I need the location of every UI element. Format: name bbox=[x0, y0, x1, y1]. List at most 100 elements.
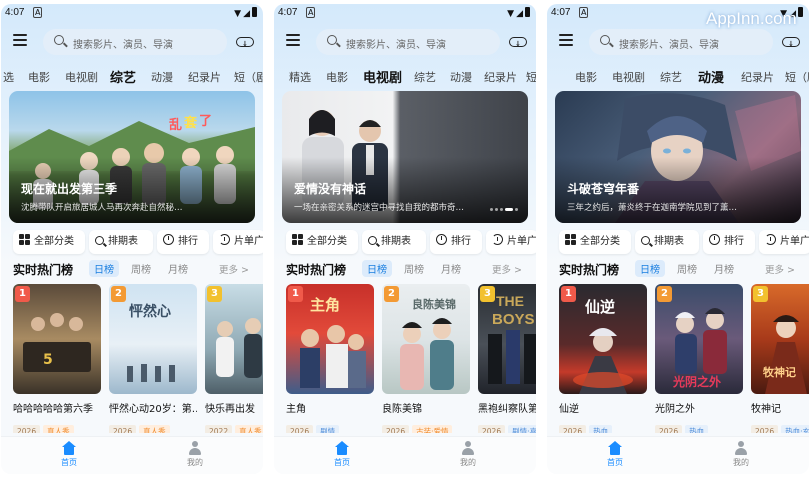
nav-mine[interactable]: 我的 bbox=[448, 439, 488, 468]
tab-weekly[interactable]: 周榜 bbox=[404, 261, 424, 276]
schedule-button[interactable]: 排期表 bbox=[89, 230, 153, 254]
signal-wifi-battery-icon: ▼◢ bbox=[507, 7, 530, 19]
tab-movie[interactable]: 电影 bbox=[28, 69, 50, 85]
tab-movie[interactable]: 电影 bbox=[326, 69, 348, 85]
ranking-button[interactable]: 排行 bbox=[703, 230, 755, 254]
ranking-card[interactable]: THE BOYS 3 黑袍纠察队第五季 2026剧情·喜 bbox=[478, 284, 536, 433]
schedule-button[interactable]: 排期表 bbox=[635, 230, 699, 254]
quick-actions: 全部分类 排期表 排行 片单广场 bbox=[555, 230, 809, 254]
search-box[interactable]: 搜索影片、演员、导演 bbox=[43, 29, 227, 55]
svg-text:怦然心: 怦然心 bbox=[129, 303, 171, 320]
ranking-card[interactable]: 光阴之外 2 光阴之外 2026 热血 bbox=[655, 284, 743, 433]
ranking-title: 实时热门榜 bbox=[13, 263, 74, 277]
ranking-card[interactable]: 5 1 哈哈哈哈哈第六季 2026 真人秀 bbox=[13, 284, 101, 433]
poster-image: 3 bbox=[205, 284, 263, 394]
home-icon bbox=[335, 441, 349, 455]
genre-tag: 真人秀 bbox=[235, 425, 263, 433]
more-link[interactable]: 更多 > bbox=[219, 262, 249, 276]
playlist-plaza-button[interactable]: 片单广场 bbox=[213, 230, 263, 254]
hero-banner[interactable]: 爱情没有神话 一场在亲密关系的迷宫中寻找自我的都市奇… bbox=[282, 91, 528, 223]
tab-documentary[interactable]: 纪录片 bbox=[188, 69, 221, 85]
user-icon bbox=[734, 441, 748, 455]
schedule-button[interactable]: 排期表 bbox=[362, 230, 426, 254]
all-categories-button[interactable]: 全部分类 bbox=[559, 230, 631, 254]
year-tag: 2026 bbox=[382, 425, 410, 433]
ranking-card[interactable]: 牧神记 3 牧神记 2026 热血·玄 bbox=[751, 284, 809, 433]
cloud-sync-icon[interactable]: ↓ bbox=[236, 34, 254, 48]
genre-tag: 真人秀 bbox=[43, 425, 74, 433]
tab-featured[interactable]: 精选 bbox=[289, 69, 311, 85]
ranking-button[interactable]: 排行 bbox=[157, 230, 209, 254]
nav-mine[interactable]: 我的 bbox=[721, 439, 761, 468]
ranking-card[interactable]: 主角 1 主角 2026 剧情 bbox=[286, 284, 374, 433]
ranking-card[interactable]: 怦然心 2 怦然心动20岁：第… 2026 真人秀 bbox=[109, 284, 197, 433]
menu-icon[interactable] bbox=[286, 34, 300, 46]
all-categories-button[interactable]: 全部分类 bbox=[286, 230, 358, 254]
hero-banner[interactable]: 乱 套 了 现在就出发第三季 沈腾带队开启旅居城人马再次奔赴自然秘… bbox=[9, 91, 255, 223]
more-link[interactable]: 更多 > bbox=[492, 262, 522, 276]
tab-short[interactable]: 短 bbox=[526, 69, 536, 85]
tab-variety[interactable]: 综艺 bbox=[660, 69, 682, 85]
tab-tv[interactable]: 电视剧 bbox=[65, 69, 98, 85]
ranking-card[interactable]: 仙逆 1 仙逆 2026 热血 bbox=[559, 284, 647, 433]
tab-daily[interactable]: 日榜 bbox=[635, 260, 665, 277]
svg-text:仙逆: 仙逆 bbox=[585, 298, 615, 316]
nav-home[interactable]: 首页 bbox=[49, 439, 89, 468]
svg-text:光阴之外: 光阴之外 bbox=[672, 374, 721, 389]
ranking-cards: 主角 1 主角 2026 剧情 良陈美锦 2 良陈美锦 2026 古装·爱情 THE… bbox=[286, 284, 536, 434]
tab-weekly[interactable]: 周榜 bbox=[677, 261, 697, 276]
svg-text:了: 了 bbox=[199, 114, 212, 129]
clock-icon bbox=[436, 234, 447, 245]
tab-anime[interactable]: 动漫 bbox=[698, 67, 724, 86]
poster-image: 5 1 bbox=[13, 284, 101, 394]
tab-variety[interactable]: 综艺 bbox=[414, 69, 436, 85]
search-box[interactable]: 搜索影片、演员、导演 bbox=[316, 29, 500, 55]
tab-daily[interactable]: 日榜 bbox=[89, 260, 119, 277]
year-tag: 2026 bbox=[751, 425, 779, 433]
tab-monthly[interactable]: 月榜 bbox=[714, 261, 734, 276]
ranking-card[interactable]: 3 快乐再出发 2022 真人秀 bbox=[205, 284, 263, 433]
tab-weekly[interactable]: 周榜 bbox=[131, 261, 151, 276]
tab-daily[interactable]: 日榜 bbox=[362, 260, 392, 277]
search-box[interactable]: 搜索影片、演员、导演 bbox=[589, 29, 773, 55]
year-tag: 2022 bbox=[205, 425, 233, 433]
svg-text:套: 套 bbox=[183, 115, 198, 131]
tab-documentary[interactable]: 纪录片 bbox=[741, 69, 774, 85]
notification-icon: A bbox=[306, 7, 316, 18]
tab-variety[interactable]: 综艺 bbox=[110, 67, 136, 86]
tab-monthly[interactable]: 月榜 bbox=[168, 261, 188, 276]
tab-tv[interactable]: 电视剧 bbox=[363, 67, 402, 86]
playlist-plaza-button[interactable]: 片单广场 bbox=[486, 230, 536, 254]
banner-description: 一场在亲密关系的迷宫中寻找自我的都市奇… bbox=[294, 203, 465, 213]
tab-tv[interactable]: 电视剧 bbox=[612, 69, 645, 85]
all-categories-button[interactable]: 全部分类 bbox=[13, 230, 85, 254]
nav-mine[interactable]: 我的 bbox=[175, 439, 215, 468]
tab-anime[interactable]: 动漫 bbox=[151, 69, 173, 85]
more-link[interactable]: 更多 > bbox=[765, 262, 795, 276]
search-icon bbox=[600, 35, 610, 45]
hero-banner[interactable]: 斗破苍穹年番 三年之约后，萧炎终于在迦南学院见到了薰… bbox=[555, 91, 801, 223]
menu-icon[interactable] bbox=[559, 34, 573, 46]
card-title: 仙逆 bbox=[559, 404, 579, 415]
nav-home[interactable]: 首页 bbox=[595, 439, 635, 468]
tab-documentary[interactable]: 纪录片 bbox=[484, 69, 517, 85]
cloud-sync-icon[interactable]: ↓ bbox=[509, 34, 527, 48]
tab-anime[interactable]: 动漫 bbox=[450, 69, 472, 85]
nav-home[interactable]: 首页 bbox=[322, 439, 362, 468]
ranking-button[interactable]: 排行 bbox=[430, 230, 482, 254]
status-time: 4:07 bbox=[5, 7, 25, 18]
ranking-card[interactable]: 良陈美锦 2 良陈美锦 2026 古装·爱情 bbox=[382, 284, 470, 433]
svg-text:BOYS: BOYS bbox=[492, 311, 535, 328]
card-title: 快乐再出发 bbox=[205, 404, 255, 415]
cloud-sync-icon[interactable]: ↓ bbox=[782, 34, 800, 48]
playlist-plaza-button[interactable]: 片单广场 bbox=[759, 230, 809, 254]
banner-description: 沈腾带队开启旅居城人马再次奔赴自然秘… bbox=[21, 203, 183, 213]
tab-short[interactable]: 短（剧 bbox=[234, 69, 263, 85]
menu-icon[interactable] bbox=[13, 34, 27, 46]
tab-monthly[interactable]: 月榜 bbox=[441, 261, 461, 276]
hot-ranking-header: 实时热门榜 日榜 周榜 月榜 更多 > bbox=[274, 258, 536, 278]
tab-short-drama[interactable]: 短（剧集） bbox=[785, 69, 809, 85]
clock-icon bbox=[709, 234, 720, 245]
tab-featured[interactable]: 选 bbox=[3, 69, 14, 85]
tab-movie[interactable]: 电影 bbox=[575, 69, 597, 85]
